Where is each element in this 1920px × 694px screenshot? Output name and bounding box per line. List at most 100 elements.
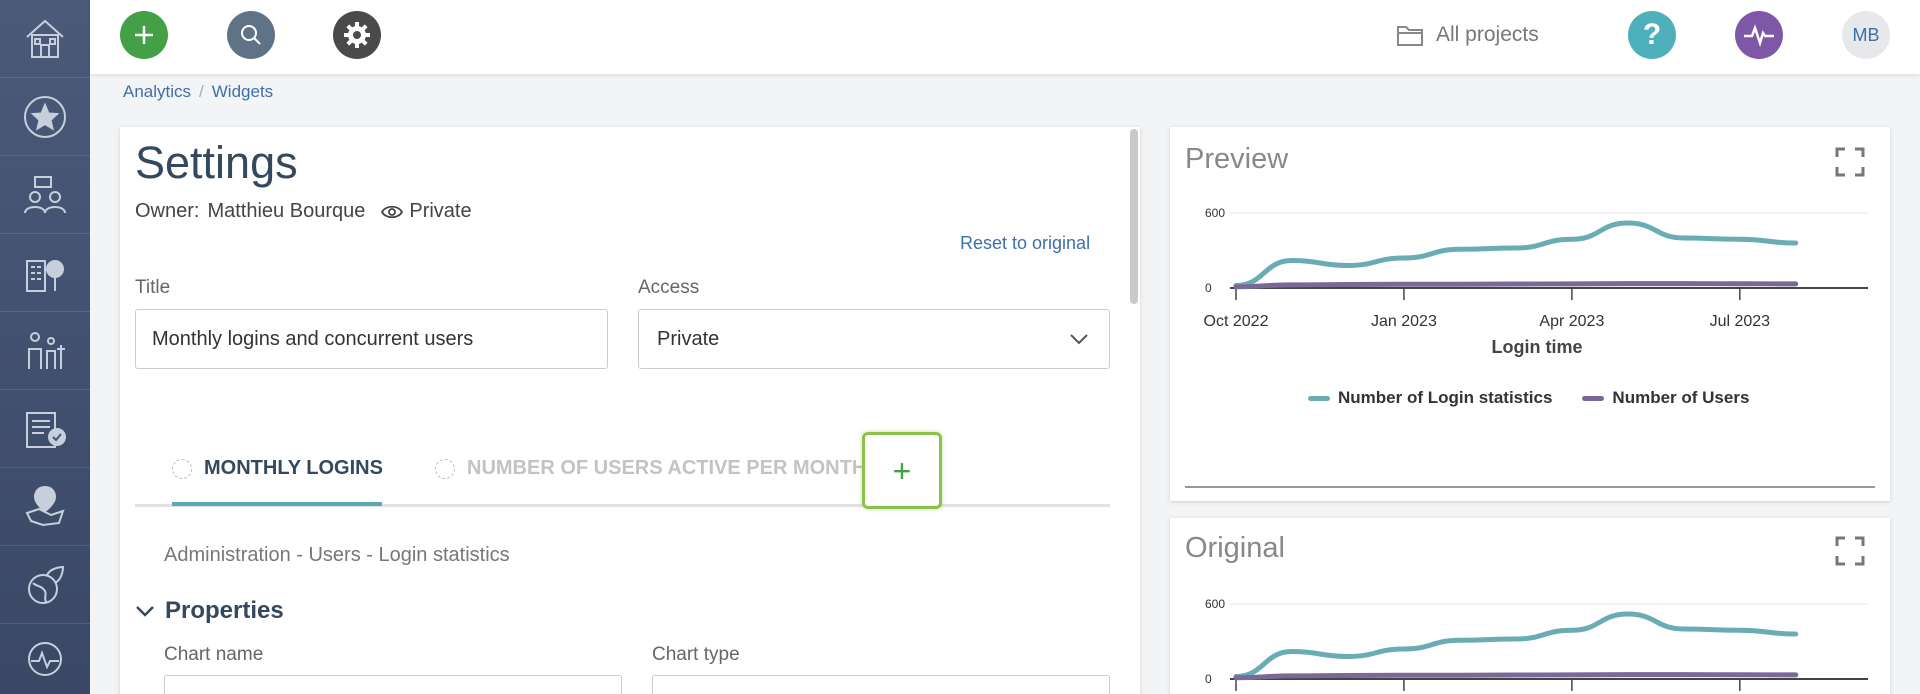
leaf-globe-icon	[28, 565, 65, 604]
series-line[interactable]	[1233, 672, 1799, 681]
home-icon	[26, 19, 64, 58]
original-title: Original	[1185, 532, 1285, 564]
tab-monthly-logins-label: MONTHLY LOGINS	[204, 457, 383, 479]
chart-name-input[interactable]	[164, 675, 622, 694]
checklist-icon	[26, 411, 66, 448]
avatar-initials: MB	[1852, 24, 1880, 45]
tab-monthly-logins[interactable]: MONTHLY LOGINS	[172, 457, 383, 480]
owner-line: Owner: Matthieu Bourque Private	[135, 200, 472, 223]
activity-icon	[28, 642, 62, 676]
x-tick-label: Jul 2023	[1710, 313, 1771, 330]
chart-name-label: Chart name	[164, 644, 264, 665]
people-chat-icon	[24, 175, 66, 213]
x-tick-label: Apr 2023	[1539, 313, 1604, 330]
sidebar-item-meetings[interactable]	[0, 156, 90, 234]
expand-icon[interactable]	[1835, 536, 1865, 566]
legend-label: Number of Login statistics	[1338, 388, 1553, 407]
legend-swatch	[1308, 395, 1330, 401]
settings-panel: Settings Owner: Matthieu Bourque Private…	[120, 127, 1140, 694]
properties-section-toggle[interactable]: Properties	[135, 597, 284, 625]
sidebar-item-tasks[interactable]	[0, 390, 90, 468]
data-source-path: Administration - Users - Login statistic…	[164, 544, 510, 566]
visibility-label: Private	[409, 200, 472, 222]
help-icon: ?	[1642, 18, 1662, 51]
chevron-down-icon	[136, 606, 154, 617]
reset-to-original-link[interactable]: Reset to original	[960, 233, 1090, 254]
projects-label: All projects	[1436, 23, 1539, 46]
y-tick-label: 600	[1205, 206, 1225, 220]
map-pin-icon	[25, 485, 65, 526]
settings-button[interactable]	[333, 11, 381, 59]
legend-item-login-statistics[interactable]: Number of Login statistics	[1308, 388, 1552, 408]
expand-icon[interactable]	[1835, 147, 1865, 177]
breadcrumb-separator: /	[199, 82, 204, 101]
help-button[interactable]: ?	[1628, 11, 1676, 59]
tab-status-icon	[435, 458, 455, 479]
panel-divider	[1185, 486, 1875, 488]
preview-panel: Preview 0 600 Oct 2022 Jan 2023 Apr 2023 Jul …	[1170, 127, 1890, 501]
topbar: All projects ? MB	[90, 0, 1920, 74]
title-input[interactable]: Monthly logins and concurrent users	[135, 309, 608, 369]
access-select[interactable]: Private	[638, 309, 1110, 369]
tab-users-active-label: NUMBER OF USERS ACTIVE PER MONTH	[467, 457, 867, 479]
chevron-down-icon	[1070, 334, 1088, 345]
gear-icon	[344, 22, 370, 48]
search-icon	[241, 25, 261, 45]
family-icon	[28, 331, 65, 369]
series-line[interactable]	[1233, 220, 1799, 288]
breadcrumb-analytics[interactable]: Analytics	[123, 82, 191, 102]
plus-icon: +	[892, 452, 912, 489]
add-tab-button[interactable]: +	[862, 432, 942, 509]
search-button[interactable]	[227, 11, 275, 59]
sidebar-item-favorites[interactable]	[0, 78, 90, 156]
sidebar-item-home[interactable]	[0, 0, 90, 78]
original-chart: 0 600	[1205, 597, 1868, 691]
legend-label: Number of Users	[1612, 388, 1750, 407]
add-button[interactable]	[120, 11, 168, 59]
x-tick-label: Jan 2023	[1371, 313, 1437, 330]
owner-name: Matthieu Bourque	[207, 200, 366, 222]
y-tick-label: 0	[1205, 672, 1212, 686]
title-input-value: Monthly logins and concurrent users	[152, 327, 474, 350]
series-line[interactable]	[1233, 281, 1799, 290]
original-chart-plot: 0 600	[1205, 597, 1868, 691]
folder-icon	[1397, 26, 1423, 46]
sidebar-item-activity[interactable]	[0, 624, 90, 694]
breadcrumb-widgets[interactable]: Widgets	[212, 82, 273, 102]
y-tick-label: 600	[1205, 597, 1225, 611]
chart-type-select[interactable]	[652, 675, 1110, 694]
owner-label: Owner:	[135, 200, 200, 222]
title-label: Title	[135, 277, 171, 298]
pulse-icon	[1744, 24, 1774, 47]
sidebar-item-people[interactable]	[0, 312, 90, 390]
eye-icon	[381, 205, 404, 218]
sidebar	[0, 0, 90, 694]
preview-chart-plot: 0 600 Oct 2022 Jan 2023 Apr 2023 Jul 2023 Logi…	[1204, 206, 1868, 357]
tab-users-active-per-month[interactable]: NUMBER OF USERS ACTIVE PER MONTH	[435, 457, 866, 480]
visibility-indicator: Private	[381, 200, 472, 223]
breadcrumb: Analytics / Widgets	[123, 82, 273, 102]
building-tree-icon	[26, 259, 64, 292]
activity-button[interactable]	[1735, 11, 1783, 59]
sidebar-item-buildings[interactable]	[0, 234, 90, 312]
sidebar-item-environment[interactable]	[0, 546, 90, 624]
user-avatar[interactable]: MB	[1842, 11, 1890, 59]
preview-chart: 0 600 Oct 2022 Jan 2023 Apr 2023 Jul 2023 Logi…	[1204, 206, 1868, 357]
plus-icon	[135, 26, 153, 44]
star-icon	[24, 95, 66, 138]
original-panel: Original 0 600	[1170, 518, 1890, 694]
tab-status-icon	[172, 458, 192, 479]
access-select-value: Private	[657, 327, 720, 350]
settings-scrollbar[interactable]	[1130, 129, 1138, 304]
x-tick-label: Oct 2022	[1204, 313, 1269, 330]
preview-legend: Number of Login statistics Number of Use…	[1308, 388, 1749, 408]
legend-item-users[interactable]: Number of Users	[1582, 388, 1749, 408]
properties-heading: Properties	[165, 597, 284, 624]
preview-title: Preview	[1185, 143, 1289, 175]
projects-selector[interactable]: All projects	[1396, 20, 1539, 50]
sidebar-item-map[interactable]	[0, 468, 90, 546]
legend-swatch	[1582, 395, 1605, 401]
series-line[interactable]	[1233, 611, 1799, 679]
x-axis-label: Login time	[1492, 337, 1583, 357]
chart-type-label: Chart type	[652, 644, 740, 665]
